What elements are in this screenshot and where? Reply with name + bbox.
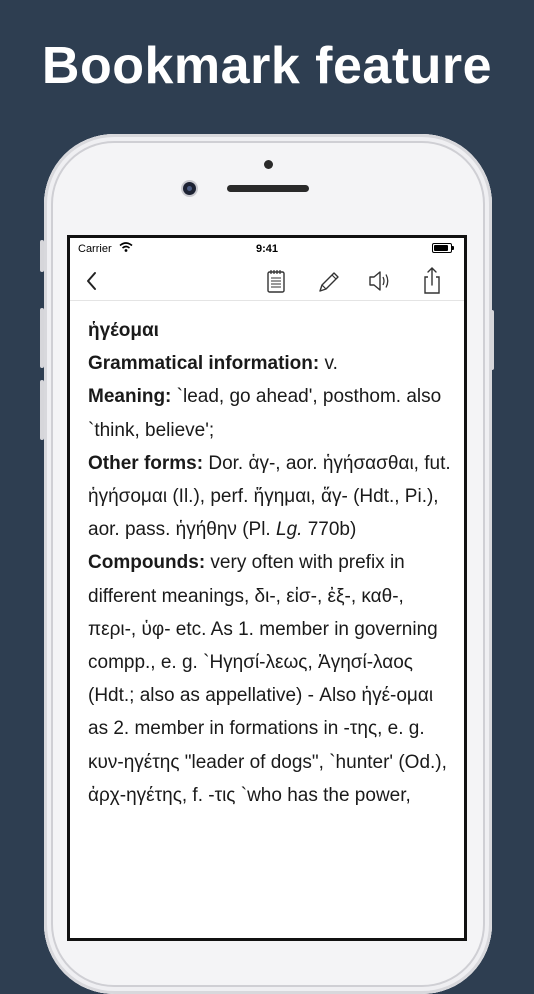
other-forms-italic: Lg.: [276, 519, 303, 541]
volume-down-button: [40, 380, 44, 440]
volume-up-button: [40, 308, 44, 368]
share-button[interactable]: [417, 264, 447, 296]
pencil-icon: [319, 272, 339, 292]
back-button[interactable]: [78, 264, 108, 296]
grammar-section: Grammatical information: v.: [88, 347, 456, 380]
status-bar: Carrier 9:41: [70, 238, 464, 260]
toolbar: [70, 260, 464, 301]
clock: 9:41: [255, 243, 279, 255]
dictionary-entry: ἡγέομαι Grammatical information: v. Mean…: [88, 314, 456, 812]
edit-button[interactable]: [313, 264, 343, 296]
compounds-section: Compounds: very often with prefix in dif…: [88, 546, 456, 812]
grammar-value: v.: [319, 353, 338, 375]
other-forms-label: Other forms:: [88, 452, 204, 474]
other-forms-end: 770b): [302, 519, 357, 541]
earpiece-speaker: [227, 185, 309, 192]
power-button: [490, 310, 494, 370]
promo-headline: Bookmark feature: [41, 37, 493, 95]
notes-button[interactable]: [261, 264, 291, 296]
chevron-left-icon: [87, 272, 96, 290]
front-camera: [183, 182, 196, 195]
pronounce-button[interactable]: [365, 264, 395, 296]
meaning-section: Meaning: `lead, go ahead', posthom. also…: [88, 380, 456, 446]
headword: ἡγέομαι: [88, 320, 159, 341]
battery-icon: [432, 243, 454, 253]
compounds-value: very often with prefix in different mean…: [88, 552, 447, 806]
notes-icon: [267, 270, 285, 293]
mute-switch: [40, 240, 44, 272]
other-forms-section: Other forms: Dor. ἁγ-, aor. ἡγήσασθαι, f…: [88, 447, 456, 547]
compounds-label: Compounds:: [88, 552, 206, 574]
front-sensor: [264, 160, 273, 169]
grammar-label: Grammatical information:: [88, 353, 320, 375]
speaker-icon: [369, 271, 389, 291]
app-screen: Carrier 9:41 ἡγέομαι Grammatical informa…: [67, 235, 467, 941]
share-icon: [424, 267, 440, 294]
meaning-label: Meaning:: [88, 386, 172, 408]
